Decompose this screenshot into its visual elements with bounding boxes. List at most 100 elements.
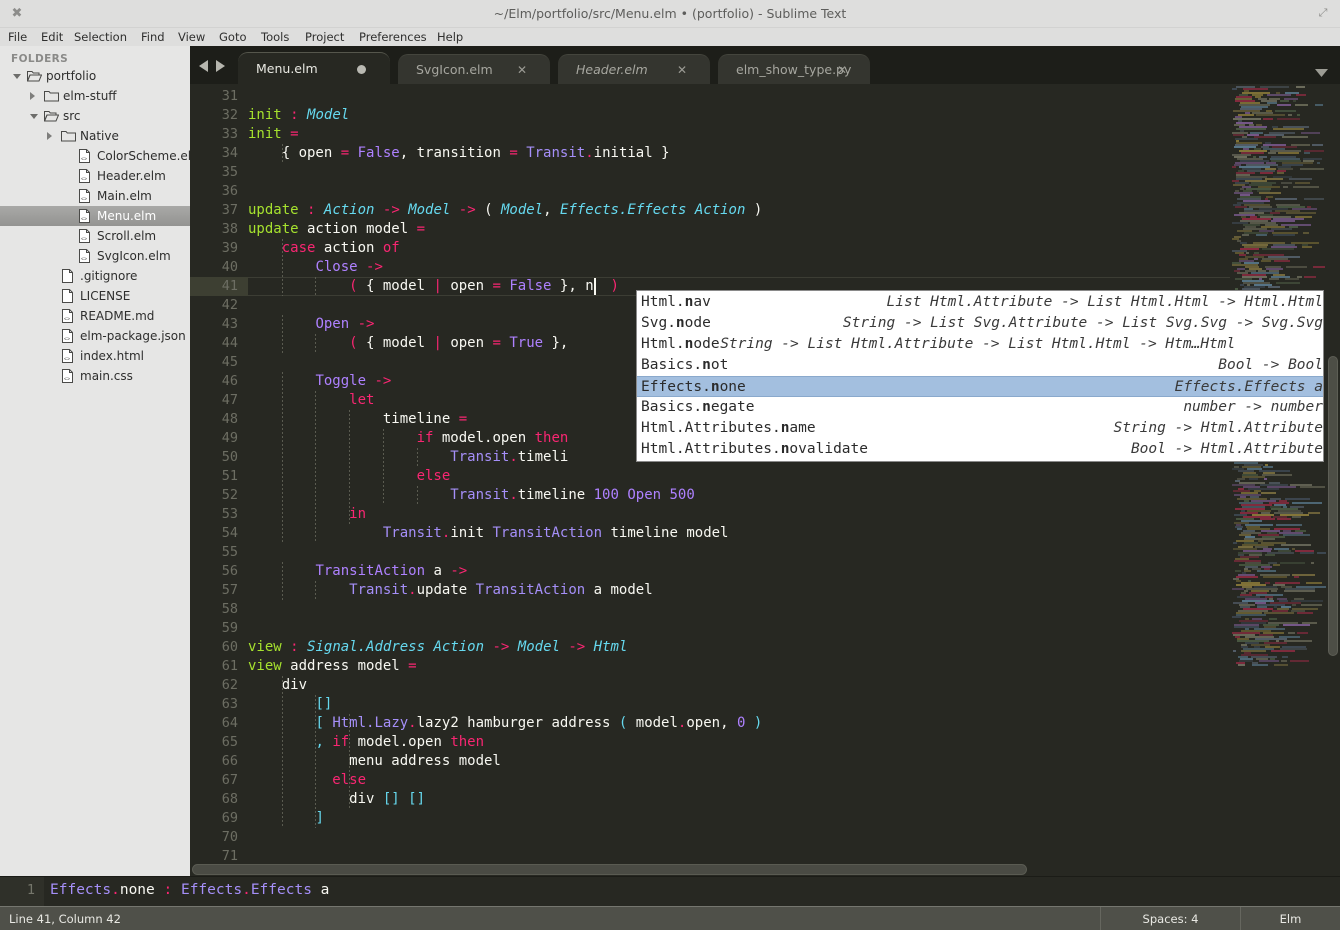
minimap-line	[1301, 604, 1322, 606]
autocomplete-item[interactable]: Basics.negatenumber -> number	[637, 397, 1324, 418]
horizontal-scrollbar-thumb[interactable]	[192, 864, 1027, 875]
menu-help[interactable]: Help	[437, 28, 463, 46]
minimap-line	[1257, 570, 1276, 572]
syntax-status[interactable]: Elm	[1240, 907, 1340, 930]
menu-project[interactable]: Project	[305, 28, 344, 46]
minimap-line	[1317, 552, 1326, 554]
autocomplete-item[interactable]: Html.nodeString -> List Html.Attribute -…	[637, 334, 1324, 355]
tree-item-header-elm[interactable]: <>Header.elm	[0, 166, 190, 186]
tree-item-menu-elm[interactable]: <>Menu.elm	[0, 206, 190, 226]
code-line: Transit.update TransitAction a model	[248, 581, 653, 600]
autocomplete-item-type: String -> List Html.Attribute -> List Ht…	[720, 334, 1235, 355]
indent-guide	[282, 372, 283, 543]
minimap-line	[1313, 266, 1325, 268]
minimap-line	[1300, 168, 1324, 170]
menu-preferences[interactable]: Preferences	[359, 28, 427, 46]
line-number: 35	[190, 163, 238, 182]
code-line: update action model =	[248, 220, 425, 239]
line-number: 58	[190, 600, 238, 619]
tab-close-icon[interactable]: ✕	[675, 55, 689, 84]
tree-item-main-elm[interactable]: <>Main.elm	[0, 186, 190, 206]
menu-goto[interactable]: Goto	[219, 28, 247, 46]
menu-find[interactable]: Find	[141, 28, 165, 46]
tree-item--gitignore[interactable]: .gitignore	[0, 266, 190, 286]
tab-elm-show-type-py[interactable]: elm_show_type.py✕	[718, 54, 870, 84]
tree-item-svgicon-elm[interactable]: <>SvgIcon.elm	[0, 246, 190, 266]
line-number: 33	[190, 125, 238, 144]
autocomplete-item[interactable]: Svg.nodeString -> List Svg.Attribute -> …	[637, 313, 1324, 334]
minimap-line	[1232, 88, 1237, 90]
tab-menu-elm[interactable]: Menu.elm	[238, 52, 390, 84]
minimap-line	[1271, 228, 1292, 230]
output-panel[interactable]: 1 Effects.none : Effects.Effects a	[0, 876, 1340, 906]
code-line: div	[248, 676, 307, 695]
indent-guide	[383, 429, 384, 505]
tree-item-elm-package-json[interactable]: <>elm-package.json	[0, 326, 190, 346]
minimap-line	[1280, 562, 1305, 564]
minimap-scrollbar[interactable]	[1328, 356, 1338, 656]
tab-close-icon[interactable]: ✕	[515, 55, 529, 84]
tab-header-elm[interactable]: Header.elm✕	[558, 54, 710, 84]
tab-nav-arrows[interactable]	[196, 58, 230, 72]
chevron-right-icon[interactable]	[46, 131, 56, 141]
tree-item-label: Native	[80, 126, 119, 146]
tree-item-colorscheme-elm[interactable]: <>ColorScheme.elm	[0, 146, 190, 166]
restore-icon[interactable]: ⤢	[1316, 6, 1330, 20]
minimap-line	[1233, 650, 1236, 652]
autocomplete-item[interactable]: Effects.noneEffects.Effects a	[637, 376, 1324, 397]
tree-item-src[interactable]: src	[0, 106, 190, 126]
tree-item-label: elm-stuff	[63, 86, 117, 106]
minimap-line	[1264, 612, 1294, 614]
tree-item-portfolio[interactable]: portfolio	[0, 66, 190, 86]
autocomplete-item-name: Html.nav	[641, 292, 711, 313]
line-number: 63	[190, 695, 238, 714]
minimap-line	[1281, 660, 1287, 662]
tree-item-scroll-elm[interactable]: <>Scroll.elm	[0, 226, 190, 246]
minimap-line	[1304, 198, 1324, 200]
menu-selection[interactable]: Selection	[74, 28, 127, 46]
indentation-status[interactable]: Spaces: 4	[1100, 907, 1240, 930]
line-number: 54	[190, 524, 238, 543]
tree-item-index-html[interactable]: <>index.html	[0, 346, 190, 366]
menu-bar: File Edit Selection Find View Goto Tools Projec…	[0, 28, 1340, 46]
autocomplete-item[interactable]: Basics.notBool -> Bool	[637, 355, 1324, 376]
chevron-down-icon[interactable]	[12, 71, 22, 81]
indent-guide	[349, 714, 350, 809]
minimap-line	[1269, 278, 1279, 280]
autocomplete-popup[interactable]: Html.nav List Html.Attribute -> List Html…	[636, 290, 1324, 462]
code-line: case action of	[248, 239, 400, 258]
folder-open-icon	[44, 109, 59, 123]
tree-item-native[interactable]: Native	[0, 126, 190, 146]
minimap-line	[1276, 282, 1300, 284]
autocomplete-item[interactable]: Html.Attributes.novalidateBool -> Html.A…	[637, 439, 1324, 460]
autocomplete-item[interactable]: Html.nav List Html.Attribute -> List Html…	[637, 292, 1324, 313]
line-number: 43	[190, 315, 238, 334]
tree-item-main-css[interactable]: <>main.css	[0, 366, 190, 386]
tree-item-readme-md[interactable]: <>README.md	[0, 306, 190, 326]
menu-file[interactable]: File	[8, 28, 27, 46]
minimap[interactable]	[1230, 84, 1340, 870]
menu-edit[interactable]: Edit	[41, 28, 63, 46]
unsaved-changes-indicator[interactable]	[357, 65, 366, 74]
svg-text:<>: <>	[81, 217, 87, 223]
tab-svgicon-elm[interactable]: SvgIcon.elm✕	[398, 54, 550, 84]
autocomplete-item-type: List Html.Attribute -> List Html.Html ->…	[887, 292, 1324, 313]
menu-view[interactable]: View	[178, 28, 205, 46]
code-line: init : Model	[248, 106, 349, 125]
minimap-line	[1260, 172, 1273, 174]
chevron-right-icon[interactable]	[29, 91, 39, 101]
tab-close-icon[interactable]: ✕	[835, 55, 849, 84]
minimap-line	[1265, 178, 1283, 180]
minimap-line	[1276, 524, 1302, 526]
autocomplete-item[interactable]: Html.Attributes.nameString -> Html.Attri…	[637, 418, 1324, 439]
minimap-line	[1261, 492, 1276, 494]
chevron-down-icon[interactable]	[29, 111, 39, 121]
menu-tools[interactable]: Tools	[261, 28, 289, 46]
code-editor[interactable]: 3132333435363738394041424344454647484950…	[190, 84, 1340, 870]
horizontal-scrollbar[interactable]	[190, 862, 1340, 876]
chevron-down-icon[interactable]	[1315, 62, 1328, 81]
tree-item-license[interactable]: LICENSE	[0, 286, 190, 306]
minimap-line	[1292, 502, 1322, 504]
tree-item-elm-stuff[interactable]: elm-stuff	[0, 86, 190, 106]
code-line: [ Html.Lazy.lazy2 hamburger address ( mo…	[248, 714, 762, 733]
